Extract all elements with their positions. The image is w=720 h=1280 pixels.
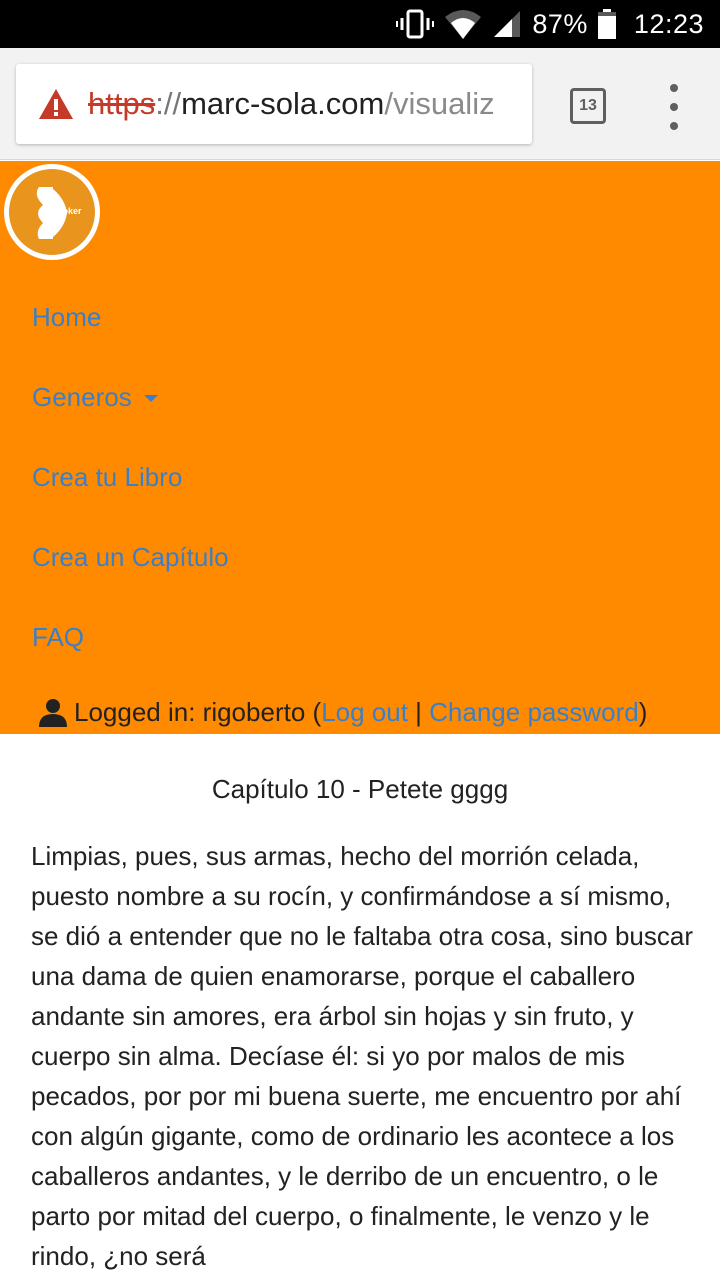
nav-menu: Home Generos Crea tu Libro Crea un Capít… — [0, 277, 720, 677]
nav-item-label: Crea un Capítulo — [32, 541, 229, 572]
link-divider: | — [407, 696, 430, 727]
nav-item-label: Generos — [32, 381, 132, 412]
user-status: Logged in: rigoberto (Log out | Change p… — [38, 694, 647, 730]
security-warning-icon[interactable] — [38, 88, 74, 120]
nav-item-crea-capitulo[interactable]: Crea un Capítulo — [0, 517, 720, 597]
vibrate-icon — [396, 9, 435, 39]
nav-item-label: Crea tu Libro — [32, 461, 183, 492]
brand-logo[interactable]: ooker — [4, 164, 100, 260]
battery-percent: 87% — [532, 8, 588, 39]
wifi-icon — [444, 9, 482, 39]
nav-item-faq[interactable]: FAQ — [0, 597, 720, 677]
browser-toolbar: https://marc-sola.com/visualiz 13 — [0, 48, 720, 160]
open-paren: ( — [305, 696, 322, 727]
battery-icon — [597, 9, 616, 39]
url-scheme: https — [88, 86, 156, 121]
clock: 12:23 — [633, 8, 704, 39]
logo-text: ooker — [57, 206, 82, 216]
logout-link[interactable]: Log out — [321, 697, 408, 728]
overflow-menu-icon[interactable] — [660, 84, 688, 130]
nav-item-home[interactable]: Home — [0, 277, 720, 357]
close-paren: ) — [638, 696, 648, 727]
user-icon — [39, 699, 67, 727]
nav-item-crea-libro[interactable]: Crea tu Libro — [0, 437, 720, 517]
url-path: /visualiz — [384, 86, 495, 121]
tab-switcher-button[interactable]: 13 — [570, 88, 606, 124]
change-password-link[interactable]: Change password — [429, 697, 639, 728]
nav-item-label: FAQ — [32, 621, 85, 652]
url-host: marc-sola.com — [181, 86, 385, 121]
nav-item-label: Home — [32, 301, 102, 332]
nav-item-generos[interactable]: Generos — [0, 357, 720, 437]
chapter-body: Limpias, pues, sus armas, hecho del morr… — [31, 841, 693, 1271]
chapter-title: Capítulo 10 - Petete gggg — [211, 774, 509, 804]
status-bar: 87% 12:23 — [0, 0, 720, 48]
url-bar[interactable]: https://marc-sola.com/visualiz — [16, 64, 532, 144]
cell-signal-icon — [492, 9, 522, 39]
caret-down-icon — [143, 394, 158, 402]
url-separator: :// — [155, 86, 182, 121]
logged-in-text: Logged in: rigoberto — [74, 696, 306, 727]
site-navbar: ooker Home Generos Crea tu Libro Crea un… — [0, 161, 720, 734]
book-logo-icon — [36, 187, 67, 239]
url-text: https://marc-sola.com/visualiz — [88, 86, 495, 122]
